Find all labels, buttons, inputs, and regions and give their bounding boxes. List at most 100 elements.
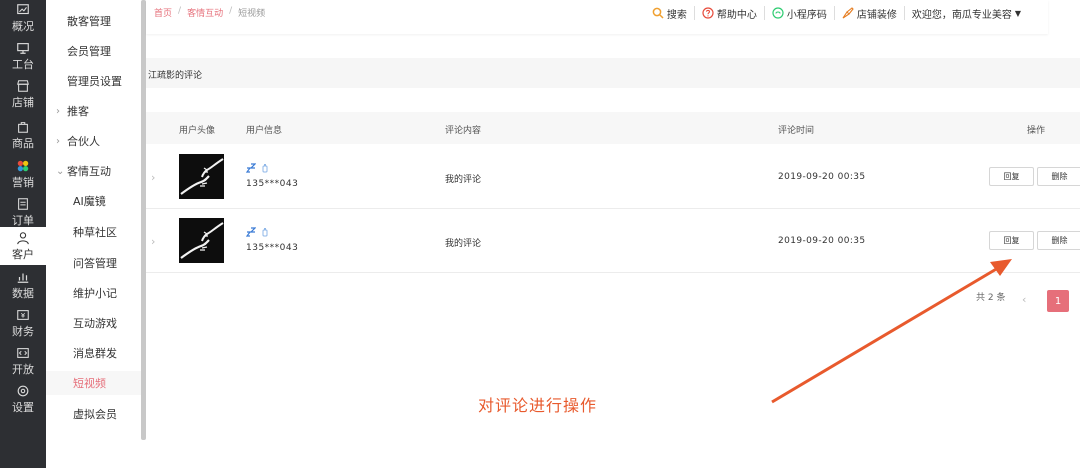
breadcrumb-home[interactable]: 首页 — [154, 6, 172, 19]
breadcrumb-separator: / — [229, 6, 233, 16]
submenu-item[interactable]: AI魔镜 — [46, 189, 141, 213]
delete-button[interactable]: 删除 — [1037, 231, 1080, 250]
avatar-image — [179, 154, 224, 199]
submenu-item[interactable]: 维护小记 — [46, 281, 141, 305]
breadcrumb-current: 短视频 — [238, 9, 266, 19]
submenu-group-partner[interactable]: › 合伙人 — [46, 129, 141, 153]
store-decorate-button[interactable]: 店铺装修 — [835, 6, 905, 21]
open-icon — [17, 348, 29, 358]
rail-label: 开放 — [12, 363, 34, 376]
rail-item-store[interactable]: 店铺 — [0, 76, 46, 113]
section-title: 江疏影的评论 — [148, 71, 203, 81]
brush-icon — [842, 7, 854, 19]
reply-button[interactable]: 回复 — [989, 167, 1034, 186]
submenu-label: 会员管理 — [67, 45, 111, 58]
mini-program-icon — [772, 7, 784, 19]
rail-item-customer[interactable]: 客户 — [0, 227, 46, 265]
store-decorate-label: 店铺装修 — [856, 9, 897, 21]
finance-icon — [17, 310, 29, 320]
help-center-button[interactable]: 帮助中心 — [695, 6, 765, 21]
submenu-label: 种草社区 — [73, 226, 117, 239]
user-badges — [246, 227, 270, 237]
rail-label: 数据 — [12, 287, 34, 300]
avatar — [179, 154, 224, 199]
mini-program-label: 小程序码 — [786, 9, 827, 21]
submenu-item[interactable]: 散客管理 — [46, 9, 141, 33]
submenu-item[interactable]: 互动游戏 — [46, 311, 141, 335]
submenu-item[interactable]: 会员管理 — [46, 39, 141, 63]
expand-row-icon[interactable]: › — [151, 171, 155, 184]
submenu-group-interaction[interactable]: ⌄ 客情互动 — [46, 159, 141, 183]
product-icon — [18, 122, 28, 133]
desk-icon — [17, 43, 29, 54]
pagination-prev-icon[interactable]: ‹ — [1022, 293, 1026, 306]
avatar — [179, 218, 224, 263]
help-icon — [702, 7, 714, 19]
rail-item-open[interactable]: 开放 — [0, 343, 46, 380]
delete-button[interactable]: 删除 — [1037, 167, 1080, 186]
comment-time: 2019-09-20 00:35 — [778, 172, 866, 182]
bottle-icon — [262, 164, 268, 173]
rail-item-overview[interactable]: 概况 — [0, 0, 46, 37]
submenu-item-short-video[interactable]: 短视频 — [46, 371, 141, 395]
bottle-icon — [262, 228, 268, 237]
submenu-label: 推客 — [67, 105, 89, 118]
rail-item-desk[interactable]: 工台 — [0, 38, 46, 75]
submenu-item[interactable]: 问答管理 — [46, 251, 141, 275]
expand-row-icon[interactable]: › — [151, 235, 155, 248]
sleep-zz-icon — [246, 227, 256, 237]
column-header: 操作 — [1027, 126, 1046, 136]
submenu-item[interactable]: 消息群发 — [46, 341, 141, 365]
submenu-item[interactable]: 管理员设置 — [46, 69, 141, 93]
settings-icon — [17, 385, 29, 397]
rail-item-product[interactable]: 商品 — [0, 117, 46, 154]
avatar-image — [179, 218, 224, 263]
rail-item-settings[interactable]: 设置 — [0, 381, 46, 418]
rail-item-marketing[interactable]: 营销 — [0, 156, 46, 193]
secondary-menu: 散客管理 会员管理 管理员设置 › 推客 › 合伙人 ⌄ 客情互动 AI魔镜 种草社区… — [46, 0, 146, 468]
reply-button[interactable]: 回复 — [989, 231, 1034, 250]
welcome-text: 欢迎您，南瓜专业美容 — [911, 9, 1012, 21]
column-header: 用户信息 — [246, 126, 283, 136]
store-icon — [17, 80, 29, 92]
user-phone: 135***043 — [246, 179, 299, 189]
column-header: 评论内容 — [445, 126, 482, 136]
order-icon — [18, 198, 28, 210]
comment-content: 我的评论 — [445, 239, 482, 249]
rail-label: 订单 — [12, 214, 34, 227]
sleep-zz-icon — [246, 163, 256, 173]
comment-content: 我的评论 — [445, 175, 482, 185]
column-header: 用户头像 — [179, 126, 216, 136]
breadcrumb-separator: / — [178, 6, 182, 16]
chevron-right-icon: › — [56, 135, 60, 147]
breadcrumb-interaction[interactable]: 客情互动 — [187, 6, 223, 19]
pagination-page-button[interactable]: 1 — [1047, 290, 1069, 312]
rail-item-finance[interactable]: 财务 — [0, 305, 46, 342]
comment-time: 2019-09-20 00:35 — [778, 236, 866, 246]
search-button[interactable]: 搜索 — [645, 6, 695, 21]
submenu-item[interactable]: 虚拟会员 — [46, 402, 141, 426]
search-icon — [652, 7, 664, 19]
rail-label: 概况 — [12, 20, 34, 33]
user-badges — [246, 163, 270, 173]
rail-item-data[interactable]: 数据 — [0, 267, 46, 304]
rail-label: 工台 — [12, 58, 34, 71]
account-menu[interactable]: 欢迎您，南瓜专业美容 ▼ — [905, 6, 1028, 21]
submenu-item[interactable]: 种草社区 — [46, 220, 141, 244]
submenu-label: 散客管理 — [67, 15, 111, 28]
rail-label: 商品 — [12, 137, 34, 150]
rail-label: 设置 — [12, 401, 34, 414]
submenu-group-pusher[interactable]: › 推客 — [46, 99, 141, 123]
rail-item-order[interactable]: 订单 — [0, 194, 46, 231]
overview-icon — [17, 4, 29, 15]
caret-down-icon: ▼ — [1014, 8, 1021, 18]
submenu-label: AI魔镜 — [73, 195, 106, 208]
submenu-label: 消息群发 — [73, 347, 117, 360]
column-header: 评论时间 — [778, 126, 815, 136]
submenu-label: 短视频 — [73, 377, 106, 390]
search-label: 搜索 — [666, 9, 687, 21]
data-icon — [17, 273, 29, 283]
breadcrumb: 首页 / 客情互动 / 短视频 — [154, 6, 265, 19]
mini-program-button[interactable]: 小程序码 — [765, 6, 835, 21]
pagination-total: 共 2 条 — [976, 293, 1006, 303]
